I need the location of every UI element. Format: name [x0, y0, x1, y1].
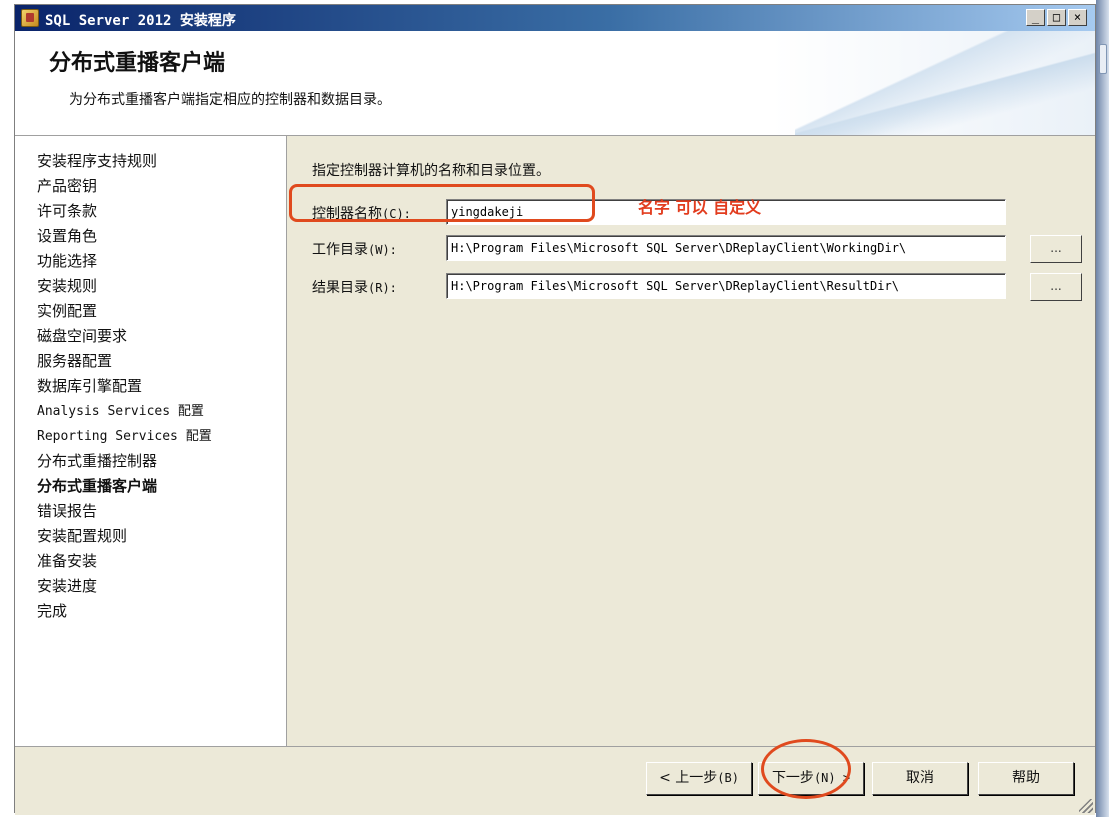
- step-reporting-services[interactable]: Reporting Services 配置: [37, 424, 212, 449]
- title-bar[interactable]: SQL Server 2012 安装程序 _ □ ×: [15, 5, 1095, 31]
- result-dir-browse-button[interactable]: ...: [1030, 273, 1082, 301]
- sql-server-setup-icon: [21, 9, 39, 27]
- page-description: 为分布式重播客户端指定相应的控制器和数据目录。: [69, 92, 391, 108]
- controller-label: 控制器名称(C):: [312, 206, 411, 222]
- step-db-engine-config[interactable]: 数据库引擎配置: [37, 374, 212, 399]
- help-button[interactable]: 帮助: [978, 762, 1074, 795]
- header-decoration: [795, 31, 1095, 135]
- step-setup-role[interactable]: 设置角色: [37, 224, 212, 249]
- working-dir-row: 工作目录(W): ...: [312, 235, 1082, 263]
- maximize-button[interactable]: □: [1047, 9, 1066, 26]
- step-disk-space[interactable]: 磁盘空间要求: [37, 324, 212, 349]
- step-replay-client[interactable]: 分布式重播客户端: [37, 474, 212, 499]
- result-dir-label: 结果目录(R):: [312, 280, 397, 296]
- resize-grip-icon[interactable]: [1079, 799, 1093, 813]
- step-install-progress[interactable]: 安装进度: [37, 574, 212, 599]
- main-content: 指定控制器计算机的名称和目录位置。 控制器名称(C): 工作目录(W): ...…: [287, 136, 1097, 746]
- scroll-thumb[interactable]: [1099, 44, 1107, 74]
- step-instance-config[interactable]: 实例配置: [37, 299, 212, 324]
- step-setup-support-rules[interactable]: 安装程序支持规则: [37, 149, 212, 174]
- annotation-text: 名字 可以 自定义: [638, 198, 762, 217]
- step-replay-controller[interactable]: 分布式重播控制器: [37, 449, 212, 474]
- page-header: 分布式重播客户端 为分布式重播客户端指定相应的控制器和数据目录。: [15, 31, 1095, 136]
- working-dir-input[interactable]: [446, 235, 1006, 261]
- step-analysis-services[interactable]: Analysis Services 配置: [37, 399, 212, 424]
- step-license-terms[interactable]: 许可条款: [37, 199, 212, 224]
- minimize-button[interactable]: _: [1026, 9, 1045, 26]
- footer-bar: < 上一步(B) 下一步(N) > 取消 帮助: [15, 746, 1095, 815]
- page-title: 分布式重播客户端: [49, 51, 226, 76]
- step-config-rules[interactable]: 安装配置规则: [37, 524, 212, 549]
- setup-steps-nav: 安装程序支持规则 产品密钥 许可条款 设置角色 功能选择 安装规则 实例配置 磁…: [15, 136, 287, 746]
- setup-window: SQL Server 2012 安装程序 _ □ × 分布式重播客户端 为分布式…: [14, 4, 1097, 815]
- step-feature-selection[interactable]: 功能选择: [37, 249, 212, 274]
- step-error-reporting[interactable]: 错误报告: [37, 499, 212, 524]
- cancel-button[interactable]: 取消: [872, 762, 968, 795]
- back-button[interactable]: < 上一步(B): [646, 762, 752, 795]
- content-intro: 指定控制器计算机的名称和目录位置。: [312, 163, 550, 179]
- step-product-key[interactable]: 产品密钥: [37, 174, 212, 199]
- working-dir-label: 工作目录(W):: [312, 242, 397, 258]
- step-installation-rules[interactable]: 安装规则: [37, 274, 212, 299]
- window-controls: _ □ ×: [1026, 9, 1087, 26]
- right-scroll-strip: [1096, 0, 1109, 817]
- steps-list: 安装程序支持规则 产品密钥 许可条款 设置角色 功能选择 安装规则 实例配置 磁…: [37, 149, 212, 624]
- result-dir-row: 结果目录(R): ...: [312, 273, 1082, 301]
- step-ready-to-install[interactable]: 准备安装: [37, 549, 212, 574]
- close-button[interactable]: ×: [1068, 9, 1087, 26]
- step-server-config[interactable]: 服务器配置: [37, 349, 212, 374]
- step-complete[interactable]: 完成: [37, 599, 212, 624]
- result-dir-input[interactable]: [446, 273, 1006, 299]
- next-button[interactable]: 下一步(N) >: [758, 762, 864, 795]
- working-dir-browse-button[interactable]: ...: [1030, 235, 1082, 263]
- window-title: SQL Server 2012 安装程序: [45, 13, 236, 29]
